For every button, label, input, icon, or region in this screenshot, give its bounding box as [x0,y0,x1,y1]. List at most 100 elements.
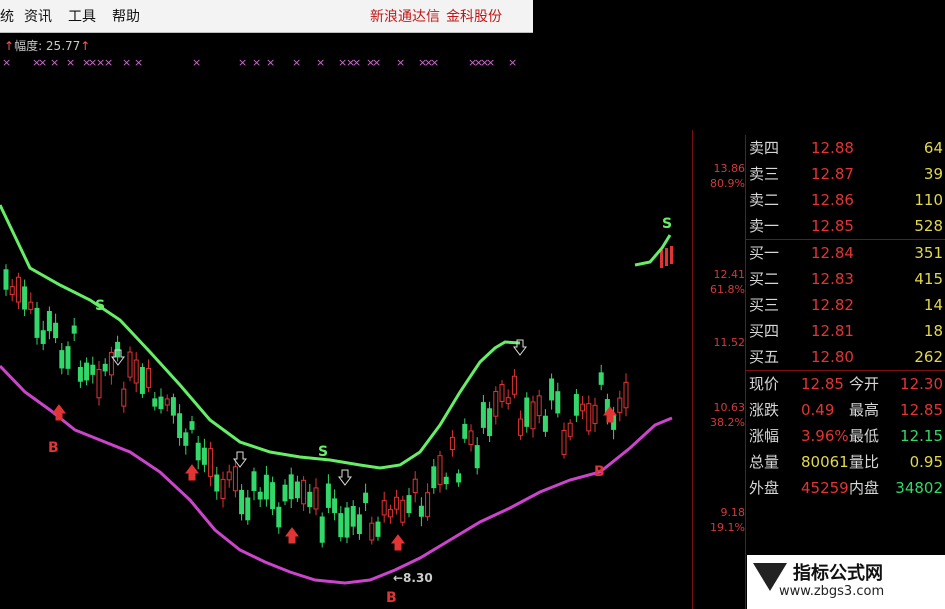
ask-row: 卖三 12.87 39 [745,161,945,187]
candle [183,432,189,446]
stat-row: 现价 12.85 今开 12.30 [745,371,945,397]
menu-system[interactable]: 统 [0,6,14,26]
lower-band-line [0,364,673,585]
menu-info[interactable]: 资讯 [24,6,52,26]
candle [170,397,176,416]
candle [493,390,499,417]
ask-label: 卖四 [749,139,780,157]
bid-volume: 14 [923,296,943,314]
candle [152,398,158,407]
pct-tick: 61.8% [710,283,745,296]
signal-x-mark: × [66,56,76,69]
stat-label: 涨幅 [749,427,780,445]
candle [214,474,220,492]
price-tick: 13.86 [713,162,746,175]
candle [536,395,542,417]
stat-row: 总量 80061 量比 0.95 [745,449,945,475]
stat-row: 外盘 45259 内盘 34802 [745,475,945,501]
stat-row: 涨跌 0.49 最高 12.85 [745,397,945,423]
candle [270,482,276,510]
bid-price: 12.84 [811,244,854,262]
signal-x-mark: × [430,56,440,69]
bid-label: 买四 [749,322,780,340]
candle [425,492,431,518]
buy-arrow-icon [391,534,405,551]
candle [511,375,517,395]
stat-row: 涨幅 3.96% 最低 12.15 [745,423,945,449]
candle [220,478,226,499]
candle [623,381,629,409]
candle [499,384,505,402]
buy-signal-label: B [48,440,59,456]
candle [90,364,96,375]
pct-tick: 38.2% [710,416,745,429]
candle [561,429,567,455]
candle [208,448,214,477]
candle [102,363,108,372]
stat-value: 34802 [895,479,943,497]
up-arrow-icon: ↑ [80,39,91,53]
pct-tick: 19.1% [710,521,745,534]
candle [555,391,561,414]
watermark-url: www.zbgs3.com [779,584,885,599]
candle [567,422,573,437]
candle [586,403,592,432]
ask-row: 卖一 12.85 528 [745,213,945,239]
candle [338,513,344,538]
brand-name: 新浪通达信 [370,9,440,25]
candle [177,413,183,439]
candle [245,497,251,521]
candlestick-chart[interactable]: B B B S S S ←8.30 [0,130,690,609]
candle [418,505,424,517]
signal-x-mark: × [486,56,496,69]
stock-name: 金科股份 [446,9,502,25]
candle [660,250,663,268]
candle [431,466,437,489]
candle [518,418,524,436]
candle [226,471,232,481]
candle [530,401,536,430]
price-tick: 10.63 [713,401,746,414]
signal-mark-row: × × × × × × × × × × × × × × × × × × × × × × × × × × × × × × × [0,56,533,70]
candle [462,423,468,439]
candle [3,269,9,290]
buy-arrow-icon [52,404,66,421]
candle [437,455,443,485]
candle [474,445,480,469]
candle [468,430,474,445]
candle [34,307,40,338]
candle [239,489,245,515]
menu-tools[interactable]: 工具 [68,6,96,26]
bid-label: 买一 [749,244,780,262]
stat-label: 最高 [849,401,880,419]
candle [28,301,34,310]
ask-volume: 528 [914,217,943,235]
candle [65,346,71,369]
menu-help[interactable]: 帮助 [112,6,140,26]
candle [670,246,673,264]
price-tick: 9.18 [720,506,746,519]
bid-label: 买三 [749,296,780,314]
ask-price: 12.85 [811,217,854,235]
ask-label: 卖二 [749,191,780,209]
candle [480,402,486,428]
signal-x-mark: × [122,56,132,69]
candle [665,248,668,266]
signal-x-mark: × [508,56,518,69]
candle [127,351,133,378]
bid-volume: 18 [923,322,943,340]
candle [387,509,393,518]
stat-label: 今开 [849,375,880,393]
candle [276,506,282,528]
candle [456,473,462,483]
candle [77,366,83,382]
buy-signal-label: B [386,590,397,606]
candle [257,491,263,500]
candle [201,447,207,465]
candle [164,398,170,406]
stat-label: 内盘 [849,479,880,497]
stat-label: 现价 [749,375,780,393]
candle [282,484,288,502]
signal-x-mark: × [2,56,12,69]
candle [617,397,623,413]
